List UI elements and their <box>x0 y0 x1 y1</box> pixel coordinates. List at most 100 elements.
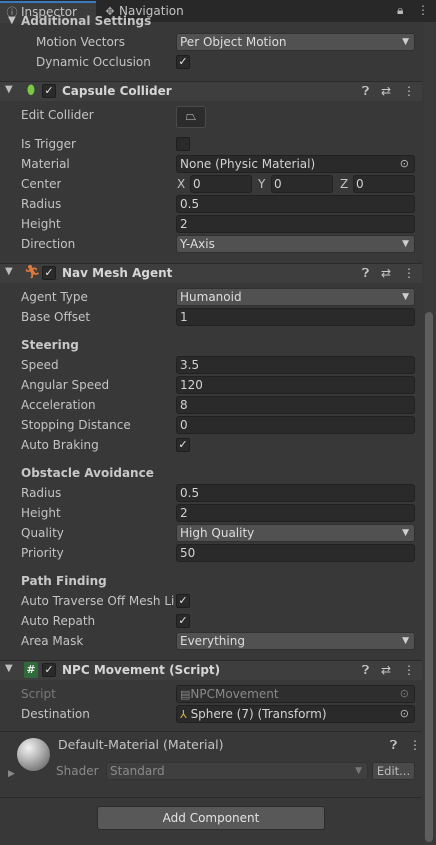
npc-movement-enabled-checkbox[interactable]: ✓ <box>42 663 56 677</box>
angular-speed-row: Angular Speed 120 <box>0 375 422 395</box>
acceleration-field[interactable]: 8 <box>176 396 415 414</box>
stopping-distance-field[interactable]: 0 <box>176 416 415 434</box>
auto-repath-checkbox[interactable]: ✓ <box>176 614 190 628</box>
area-mask-dropdown[interactable]: Everything ▼ <box>176 632 415 650</box>
quality-dropdown[interactable]: High Quality ▼ <box>176 524 415 542</box>
add-component-button[interactable]: Add Component <box>97 806 325 830</box>
dynamic-occlusion-checkbox[interactable]: ✓ <box>176 55 190 69</box>
base-offset-row: Base Offset 1 <box>0 307 422 327</box>
auto-repath-row: Auto Repath ✓ <box>0 611 422 631</box>
priority-field[interactable]: 50 <box>176 544 415 562</box>
collider-height-field[interactable]: 2 <box>176 215 415 233</box>
motion-vectors-dropdown[interactable]: Per Object Motion ▼ <box>176 33 415 51</box>
center-z-field[interactable]: 0 <box>353 175 415 193</box>
collider-radius-field[interactable]: 0.5 <box>176 195 415 213</box>
auto-traverse-row: Auto Traverse Off Mesh Lin ✓ <box>0 591 422 611</box>
edit-collider-button[interactable]: ⏢ <box>176 106 206 128</box>
capsule-collider-icon: ⬮ <box>26 83 36 98</box>
collider-material-label: Material <box>21 157 70 171</box>
shader-dropdown[interactable]: Standard ▼ <box>106 762 368 780</box>
agent-height-field[interactable]: 2 <box>176 504 415 522</box>
speed-label: Speed <box>21 358 59 372</box>
collider-material-field[interactable]: None (Physic Material) ⊙ <box>176 155 415 173</box>
npc-movement-header[interactable]: ▼ # ✓ NPC Movement (Script) ❓︎ ⇄ ⋮ <box>0 660 422 680</box>
presets-icon[interactable]: ⇄ <box>381 265 391 282</box>
capsule-collider-header[interactable]: ▼ ⬮ ✓ Capsule Collider ❓︎ ⇄ ⋮ <box>0 81 422 101</box>
csharp-script-icon: # <box>24 662 38 678</box>
help-icon[interactable]: ❓︎ <box>362 265 369 282</box>
additional-settings-header[interactable]: ▼ Additional Settings <box>0 13 422 31</box>
motion-vectors-row: Motion Vectors Per Object Motion ▼ <box>0 32 422 52</box>
auto-braking-checkbox[interactable]: ✓ <box>176 438 190 452</box>
edit-collider-row: Edit Collider ⏢ <box>0 105 422 131</box>
capsule-collider-enabled-checkbox[interactable]: ✓ <box>42 84 56 98</box>
script-label: Script <box>21 687 56 701</box>
agent-type-dropdown[interactable]: Humanoid ▼ <box>176 288 415 306</box>
agent-height-row: Height 2 <box>0 503 422 523</box>
center-x-label: X <box>177 177 186 191</box>
priority-row: Priority 50 <box>0 543 422 563</box>
help-icon[interactable]: ❓︎ <box>362 83 369 100</box>
shader-value: Standard <box>110 764 165 778</box>
collider-radius-row: Radius 0.5 <box>0 194 422 214</box>
fold-arrow-icon: ▼ <box>5 266 13 277</box>
help-icon[interactable]: ❓︎ <box>362 662 369 679</box>
scrollbar-thumb[interactable] <box>425 312 433 842</box>
component-menu-icon[interactable]: ⋮ <box>409 737 421 754</box>
material-section: ▶ Default-Material (Material) ❓︎ ⋮ Shade… <box>0 731 422 790</box>
destination-field[interactable]: ⅄ Sphere (7) (Transform) ⊙ <box>176 705 415 723</box>
auto-repath-label: Auto Repath <box>21 614 96 628</box>
auto-braking-label: Auto Braking <box>21 438 99 452</box>
direction-dropdown[interactable]: Y-Axis ▼ <box>176 235 415 253</box>
center-x-field[interactable]: 0 <box>190 175 252 193</box>
base-offset-label: Base Offset <box>21 310 91 324</box>
center-y-label: Y <box>258 177 266 191</box>
speed-field[interactable]: 3.5 <box>176 356 415 374</box>
motion-vectors-label: Motion Vectors <box>36 35 125 49</box>
area-mask-value: Everything <box>180 634 245 648</box>
script-value: NPCMovement <box>190 687 279 701</box>
script-field: ▤NPCMovement ⊙ <box>176 685 415 703</box>
object-picker-icon[interactable]: ⊙ <box>400 706 409 722</box>
agent-radius-label: Radius <box>21 486 62 500</box>
additional-settings-title: Additional Settings <box>21 14 152 28</box>
presets-icon[interactable]: ⇄ <box>381 662 391 679</box>
component-menu-icon[interactable]: ⋮ <box>403 83 415 100</box>
component-menu-icon[interactable]: ⋮ <box>403 662 415 679</box>
presets-icon[interactable]: ⇄ <box>381 83 391 100</box>
edit-shader-button[interactable]: Edit... <box>372 762 415 780</box>
script-file-icon: ▤ <box>180 688 191 701</box>
divider <box>0 797 422 798</box>
stopping-distance-row: Stopping Distance 0 <box>0 415 422 435</box>
destination-value: Sphere (7) (Transform) <box>190 707 327 721</box>
auto-traverse-checkbox[interactable]: ✓ <box>176 594 190 608</box>
fold-arrow-icon[interactable]: ▶ <box>8 769 15 779</box>
is-trigger-checkbox[interactable] <box>176 137 190 151</box>
agent-type-value: Humanoid <box>180 290 242 304</box>
agent-type-label: Agent Type <box>21 290 88 304</box>
agent-height-label: Height <box>21 506 61 520</box>
direction-value: Y-Axis <box>180 237 215 251</box>
edit-collider-shape-icon: ⏢ <box>185 109 197 124</box>
nav-mesh-agent-header[interactable]: ▼ 🏃︎ ✓ Nav Mesh Agent ❓︎ ⇄ ⋮ <box>0 263 422 283</box>
component-menu-icon[interactable]: ⋮ <box>403 265 415 282</box>
base-offset-field[interactable]: 1 <box>176 308 415 326</box>
direction-label: Direction <box>21 237 76 251</box>
fold-arrow-icon: ▼ <box>8 15 16 26</box>
chevron-down-icon: ▼ <box>402 528 409 538</box>
center-z-label: Z <box>340 177 349 191</box>
quality-label: Quality <box>21 526 64 540</box>
agent-radius-field[interactable]: 0.5 <box>176 484 415 502</box>
chevron-down-icon: ▼ <box>402 292 409 302</box>
object-picker-icon[interactable]: ⊙ <box>400 156 409 172</box>
destination-row: Destination ⅄ Sphere (7) (Transform) ⊙ <box>0 704 422 724</box>
help-icon[interactable]: ❓︎ <box>390 737 397 754</box>
collider-height-row: Height 2 <box>0 214 422 234</box>
angular-speed-field[interactable]: 120 <box>176 376 415 394</box>
nav-mesh-agent-enabled-checkbox[interactable]: ✓ <box>42 266 56 280</box>
dynamic-occlusion-label: Dynamic Occlusion <box>36 55 151 69</box>
center-row: Center X0 Y0 Z0 <box>0 174 422 194</box>
center-y-field[interactable]: 0 <box>271 175 333 193</box>
nav-mesh-agent-title: Nav Mesh Agent <box>62 266 173 280</box>
fold-arrow-icon: ▼ <box>5 663 13 674</box>
